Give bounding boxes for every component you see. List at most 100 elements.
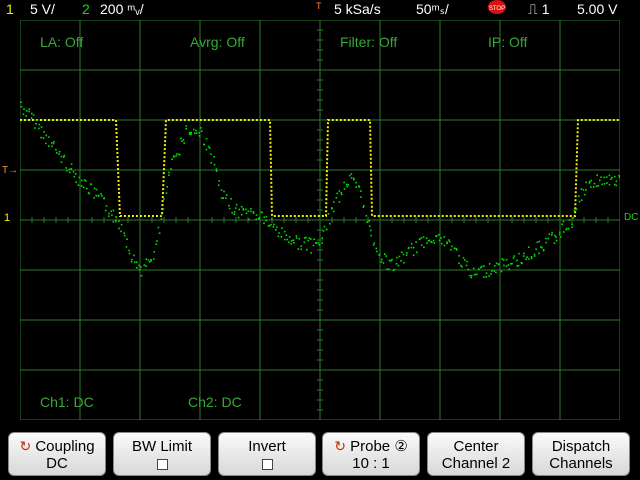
ch2-sample-point [207, 145, 210, 148]
ch2-sample-point [185, 127, 187, 130]
ch2-sample-point [600, 176, 602, 178]
ch2-sample-point [385, 255, 387, 257]
ch2-sample-point [346, 183, 348, 186]
coupling-softkey[interactable]: ↻ Coupling DC [8, 432, 106, 476]
invert-checkbox[interactable] [261, 459, 273, 470]
ch2-sample-point [545, 237, 547, 240]
ch2-sample-point [368, 225, 371, 227]
ch2-sample-point [480, 266, 482, 269]
ch2-sample-point [270, 223, 272, 226]
ch2-sample-point [112, 209, 115, 212]
ch2-sample-point [427, 240, 430, 242]
ch2-sample-point [491, 270, 493, 272]
ch2-sample-point [242, 209, 245, 211]
probe-softkey[interactable]: ↻ Probe ② 10 : 1 [322, 432, 420, 476]
rotary-arrow-icon: ↻ [334, 438, 346, 454]
ch2-sample-point [450, 248, 452, 251]
ch2-sample-point [437, 233, 440, 236]
ch2-sample-point [22, 113, 25, 115]
dispatch-value: Channels [549, 455, 613, 472]
ch2-sample-point [252, 212, 255, 214]
ch2-sample-point [360, 196, 362, 198]
bw-limit-checkbox[interactable] [156, 459, 168, 470]
ch2-sample-point [547, 237, 550, 240]
ch2-sample-point [205, 148, 208, 151]
ch2-sample-point [412, 254, 415, 256]
ch2-sample-point [470, 274, 473, 277]
bw-limit-softkey[interactable]: BW Limit [113, 432, 211, 476]
probe-value: 10 : 1 [352, 455, 390, 472]
ch2-sample-point [561, 223, 563, 225]
ch2-sample-point [45, 142, 47, 145]
ch2-sample-point [562, 220, 565, 223]
la-status: LA: Off [40, 34, 84, 50]
ch2-sample-point [488, 263, 491, 265]
ch2-sample-point [599, 179, 601, 182]
ch2-sample-point [611, 176, 613, 179]
ch2-sample-point [295, 237, 298, 239]
ch2-sample-point [386, 268, 389, 270]
ch2-number[interactable]: 2 [82, 0, 90, 18]
ch2-sample-point [38, 123, 41, 126]
ch2-sample-point [233, 213, 235, 215]
ch2-sample-point [111, 214, 113, 216]
ch2-sample-point [331, 207, 333, 210]
ch2-sample-point [95, 188, 98, 191]
ch1-number[interactable]: 1 [6, 0, 14, 18]
dispatch-softkey[interactable]: Dispatch Channels [532, 432, 630, 476]
ch2-sample-point [190, 131, 192, 134]
ch2-sample-point [288, 241, 290, 244]
ch2-sample-point [52, 142, 55, 145]
stop-icon[interactable]: STOP [488, 0, 506, 14]
ch2-sample-point [360, 190, 362, 192]
ch2-sample-point [370, 234, 372, 237]
timebase[interactable]: 50ᵐₛ/ [416, 0, 449, 18]
trigger-level-marker[interactable]: T→ [2, 163, 18, 179]
ch2-sample-point [413, 246, 415, 249]
ch1-scale[interactable]: 5 V/ [30, 0, 55, 18]
ch2-sample-point [213, 163, 216, 166]
ch2-sample-point [426, 242, 428, 244]
ch2-sample-point [93, 197, 95, 199]
rotary-arrow-icon: ↻ [19, 438, 32, 454]
ch2-sample-point [575, 208, 578, 210]
ch2-sample-point [120, 230, 122, 233]
ch2-sample-point [410, 246, 413, 249]
ch2-sample-point [407, 247, 410, 250]
ch2-sample-point [313, 238, 315, 240]
ch2-sample-point [432, 239, 435, 242]
ch2-sample-point [571, 223, 573, 225]
ch2-sample-point [573, 209, 576, 212]
ch2-sample-point [205, 137, 208, 140]
ch2-sample-point [578, 195, 580, 197]
ch2-sample-point [535, 248, 537, 250]
ch2-sample-point [571, 226, 573, 228]
ch2-sample-point [250, 208, 252, 210]
ch2-sample-point [580, 188, 583, 190]
invert-softkey[interactable]: Invert [218, 432, 316, 476]
ch2-sample-point [566, 227, 568, 230]
ch2-sample-point [255, 214, 258, 216]
ch2-sample-point [310, 238, 312, 240]
ch2-sample-point [558, 233, 561, 236]
ch2-sample-point [230, 198, 232, 200]
ch1-ground-marker[interactable]: 1 [4, 210, 10, 226]
ch2-sample-point [391, 258, 393, 261]
ch2-sample-point [438, 239, 441, 242]
ch2-sample-point [176, 153, 178, 155]
trigger-mode[interactable]: ⎍ 1 [528, 0, 549, 18]
ch2-sample-point [223, 190, 225, 193]
ch2-sample-point [338, 190, 341, 192]
center-softkey[interactable]: Center Channel 2 [427, 432, 525, 476]
ch2-sample-point [305, 236, 307, 239]
ch2-sample-point [592, 186, 595, 188]
ch2-sample-point [613, 175, 616, 178]
ch2-sample-point [245, 208, 247, 211]
trigger-level[interactable]: 5.00 V [577, 0, 617, 18]
ch2-sample-point [42, 137, 45, 139]
ch2-sample-point [66, 169, 68, 172]
ch2-sample-point [118, 220, 120, 222]
ch2-scale[interactable]: 200 ᵐᵥ/ [100, 0, 144, 18]
ch2-sample-point [446, 241, 448, 243]
ch2-sample-point [293, 242, 295, 244]
